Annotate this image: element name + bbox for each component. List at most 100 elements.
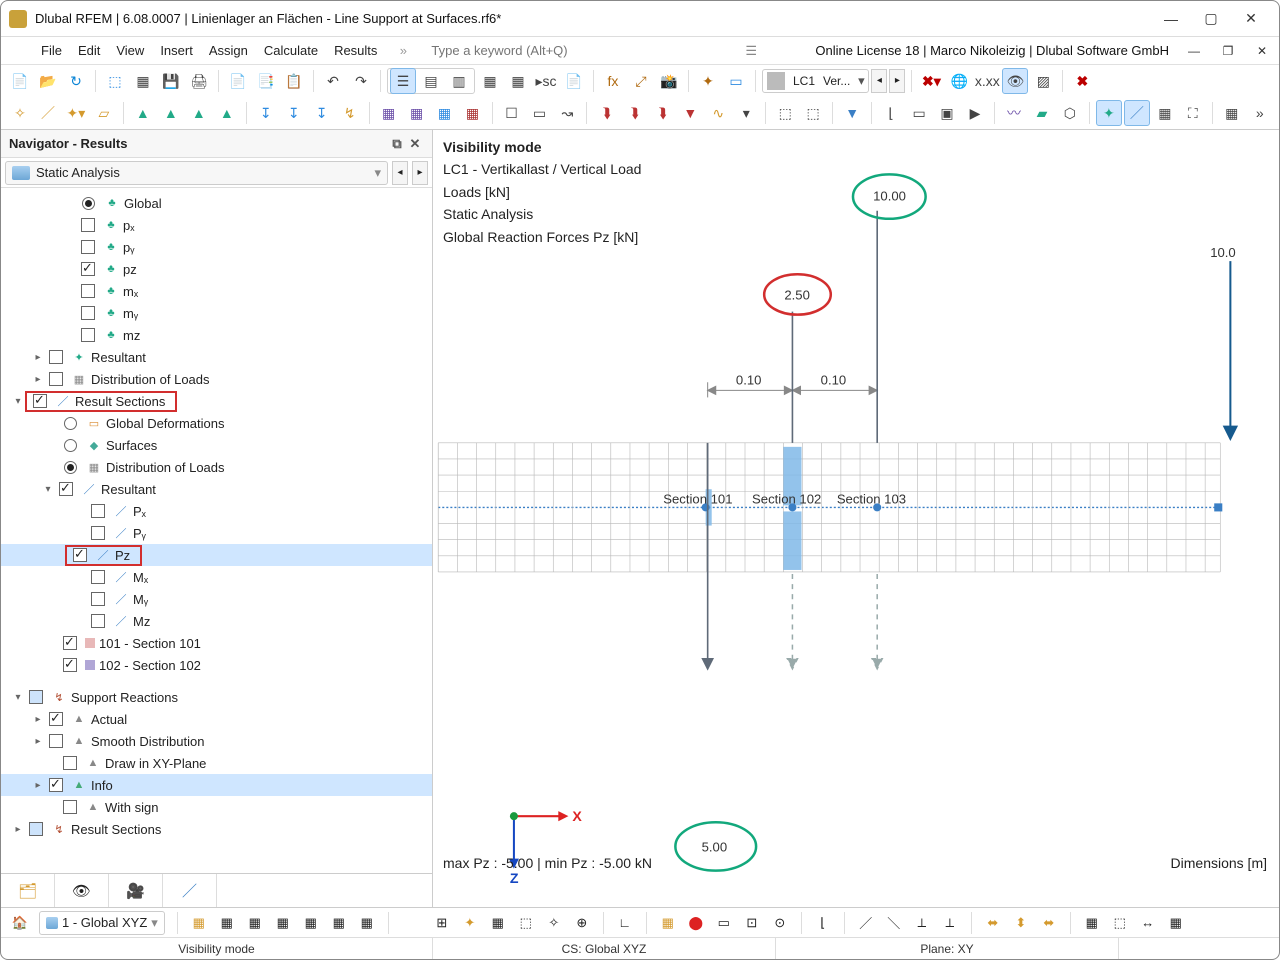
tool-display[interactable]: ▭ — [723, 68, 749, 94]
load-4[interactable]: ↯ — [337, 100, 363, 126]
chk-s101[interactable] — [63, 636, 77, 650]
tool-blocks[interactable]: ▦ — [130, 68, 156, 94]
rad-globdef[interactable] — [64, 417, 77, 430]
chk-mx[interactable] — [81, 284, 95, 298]
search-input[interactable] — [429, 42, 729, 59]
rad-surf[interactable] — [64, 439, 77, 452]
calc-2[interactable]: ⮯ — [621, 100, 647, 126]
sb10[interactable]: ▭ — [711, 911, 737, 935]
calc-6[interactable]: ▾ — [733, 100, 759, 126]
viewport[interactable]: Visibility mode LC1 - Vertikallast / Ver… — [433, 130, 1279, 907]
tree-Pz[interactable]: ／Pz — [1, 544, 432, 566]
tool-globe[interactable]: 🌐 — [946, 68, 972, 94]
s6[interactable]: ▦ — [326, 911, 352, 935]
calc-3[interactable]: ⮯ — [649, 100, 675, 126]
load-case-combo[interactable]: LC1 Ver... ▾ — [762, 69, 869, 93]
menu-results[interactable]: Results — [334, 43, 377, 58]
sb16[interactable]: ⟂ — [909, 911, 935, 935]
res-1[interactable]: ⬚ — [772, 100, 798, 126]
tool-doc[interactable]: 📄 — [561, 68, 587, 94]
sb20[interactable]: ⬌ — [1036, 911, 1062, 935]
s2[interactable]: ▦ — [214, 911, 240, 935]
tool-x2[interactable]: ✖ — [1069, 68, 1095, 94]
tool-newpage[interactable]: 📄 — [225, 68, 251, 94]
sb11[interactable]: ⊡ — [739, 911, 765, 935]
lc-next[interactable]: ▸ — [889, 69, 905, 93]
diag-3[interactable]: ⬡ — [1057, 100, 1083, 126]
tool-script[interactable]: ▸sc — [533, 68, 559, 94]
analysis-next[interactable]: ▸ — [412, 161, 428, 185]
tool-layout1[interactable]: ▦ — [477, 68, 503, 94]
s1[interactable]: ▦ — [186, 911, 212, 935]
tool-undo[interactable]: ↶ — [320, 68, 346, 94]
tool-open[interactable]: 📂 — [35, 68, 61, 94]
render-2[interactable]: ／ — [1124, 100, 1150, 126]
window-close-button[interactable]: ✕ — [1231, 4, 1271, 34]
mesh-3[interactable]: ▦ — [432, 100, 458, 126]
chk-info[interactable] — [49, 778, 63, 792]
lc-dd[interactable]: ▾ — [854, 73, 868, 89]
analysis-prev[interactable]: ◂ — [392, 161, 408, 185]
menu-assign[interactable]: Assign — [209, 43, 248, 58]
more-btn[interactable]: » — [1247, 100, 1273, 126]
view-tables[interactable]: ▤ — [418, 68, 444, 94]
support-4[interactable]: ▲ — [214, 100, 240, 126]
grid-btn[interactable]: ▦ — [1219, 100, 1245, 126]
mesh-1[interactable]: ▦ — [376, 100, 402, 126]
chk-sign[interactable] — [63, 800, 77, 814]
new-node[interactable]: ✧ — [7, 100, 33, 126]
calc-4[interactable]: ▼ — [677, 100, 703, 126]
plane-4[interactable]: ▶ — [962, 100, 988, 126]
calc-5[interactable]: ∿ — [705, 100, 731, 126]
load-1[interactable]: ↧ — [253, 100, 279, 126]
chk-pz[interactable] — [81, 262, 95, 276]
tool-new[interactable]: 📄 — [7, 68, 33, 94]
chk-px[interactable] — [81, 218, 95, 232]
s5[interactable]: ▦ — [298, 911, 324, 935]
keyword-search[interactable] — [429, 42, 729, 59]
new-line[interactable]: ／ — [35, 100, 61, 126]
tab-project-icon[interactable]: 🗂 — [1, 874, 55, 907]
tool-reload[interactable]: ↻ — [63, 68, 89, 94]
chk-drawxy[interactable] — [63, 756, 77, 770]
plane-3[interactable]: ▣ — [934, 100, 960, 126]
sel-2[interactable]: ▭ — [526, 100, 552, 126]
tab-display-icon[interactable]: 👁 — [55, 874, 109, 907]
lc-prev[interactable]: ◂ — [871, 69, 887, 93]
sb4[interactable]: ⬚ — [513, 911, 539, 935]
chk-PY[interactable] — [91, 526, 105, 540]
tool-model[interactable]: ⬚ — [102, 68, 128, 94]
support-1[interactable]: ▲ — [130, 100, 156, 126]
rad-dist2[interactable] — [64, 461, 77, 474]
filter[interactable]: ▼ — [839, 100, 865, 126]
sb23[interactable]: ↔ — [1135, 911, 1161, 935]
chk-rs2[interactable] — [29, 822, 43, 836]
analysis-dd-icon[interactable]: ▾ — [374, 165, 381, 181]
chk-my[interactable] — [81, 306, 95, 320]
chk-mz[interactable] — [81, 328, 95, 342]
chk-rsres[interactable] — [59, 482, 73, 496]
tool-save[interactable]: 💾 — [158, 68, 184, 94]
sb19[interactable]: ⬍ — [1008, 911, 1034, 935]
sb8[interactable]: ▦ — [655, 911, 681, 935]
tool-delete-results[interactable]: ✖▾ — [918, 68, 944, 94]
sb17[interactable]: ⟂ — [937, 911, 963, 935]
menu-edit[interactable]: Edit — [78, 43, 100, 58]
sb1[interactable]: ⊞ — [429, 911, 455, 935]
navigator-close-icon[interactable]: ✕ — [406, 136, 424, 152]
analysis-type-combo[interactable]: Static Analysis ▾ — [5, 161, 388, 185]
chk-result-sections[interactable] — [33, 394, 47, 408]
chk-MZ[interactable] — [91, 614, 105, 628]
sel-3[interactable]: ↝ — [554, 100, 580, 126]
sb22[interactable]: ⬚ — [1107, 911, 1133, 935]
diag-1[interactable]: 〰 — [1001, 100, 1027, 126]
sb21[interactable]: ▦ — [1079, 911, 1105, 935]
mesh-4[interactable]: ▦ — [460, 100, 486, 126]
tree-info[interactable]: ▸▲Info — [1, 774, 432, 796]
support-2[interactable]: ▲ — [158, 100, 184, 126]
window-minimize-button[interactable]: — — [1151, 4, 1191, 34]
tab-diagram-icon[interactable]: ／ — [163, 874, 217, 907]
new-surface[interactable]: ▱ — [91, 100, 117, 126]
sb14[interactable]: ／ — [853, 911, 879, 935]
radio-global[interactable] — [82, 197, 95, 210]
